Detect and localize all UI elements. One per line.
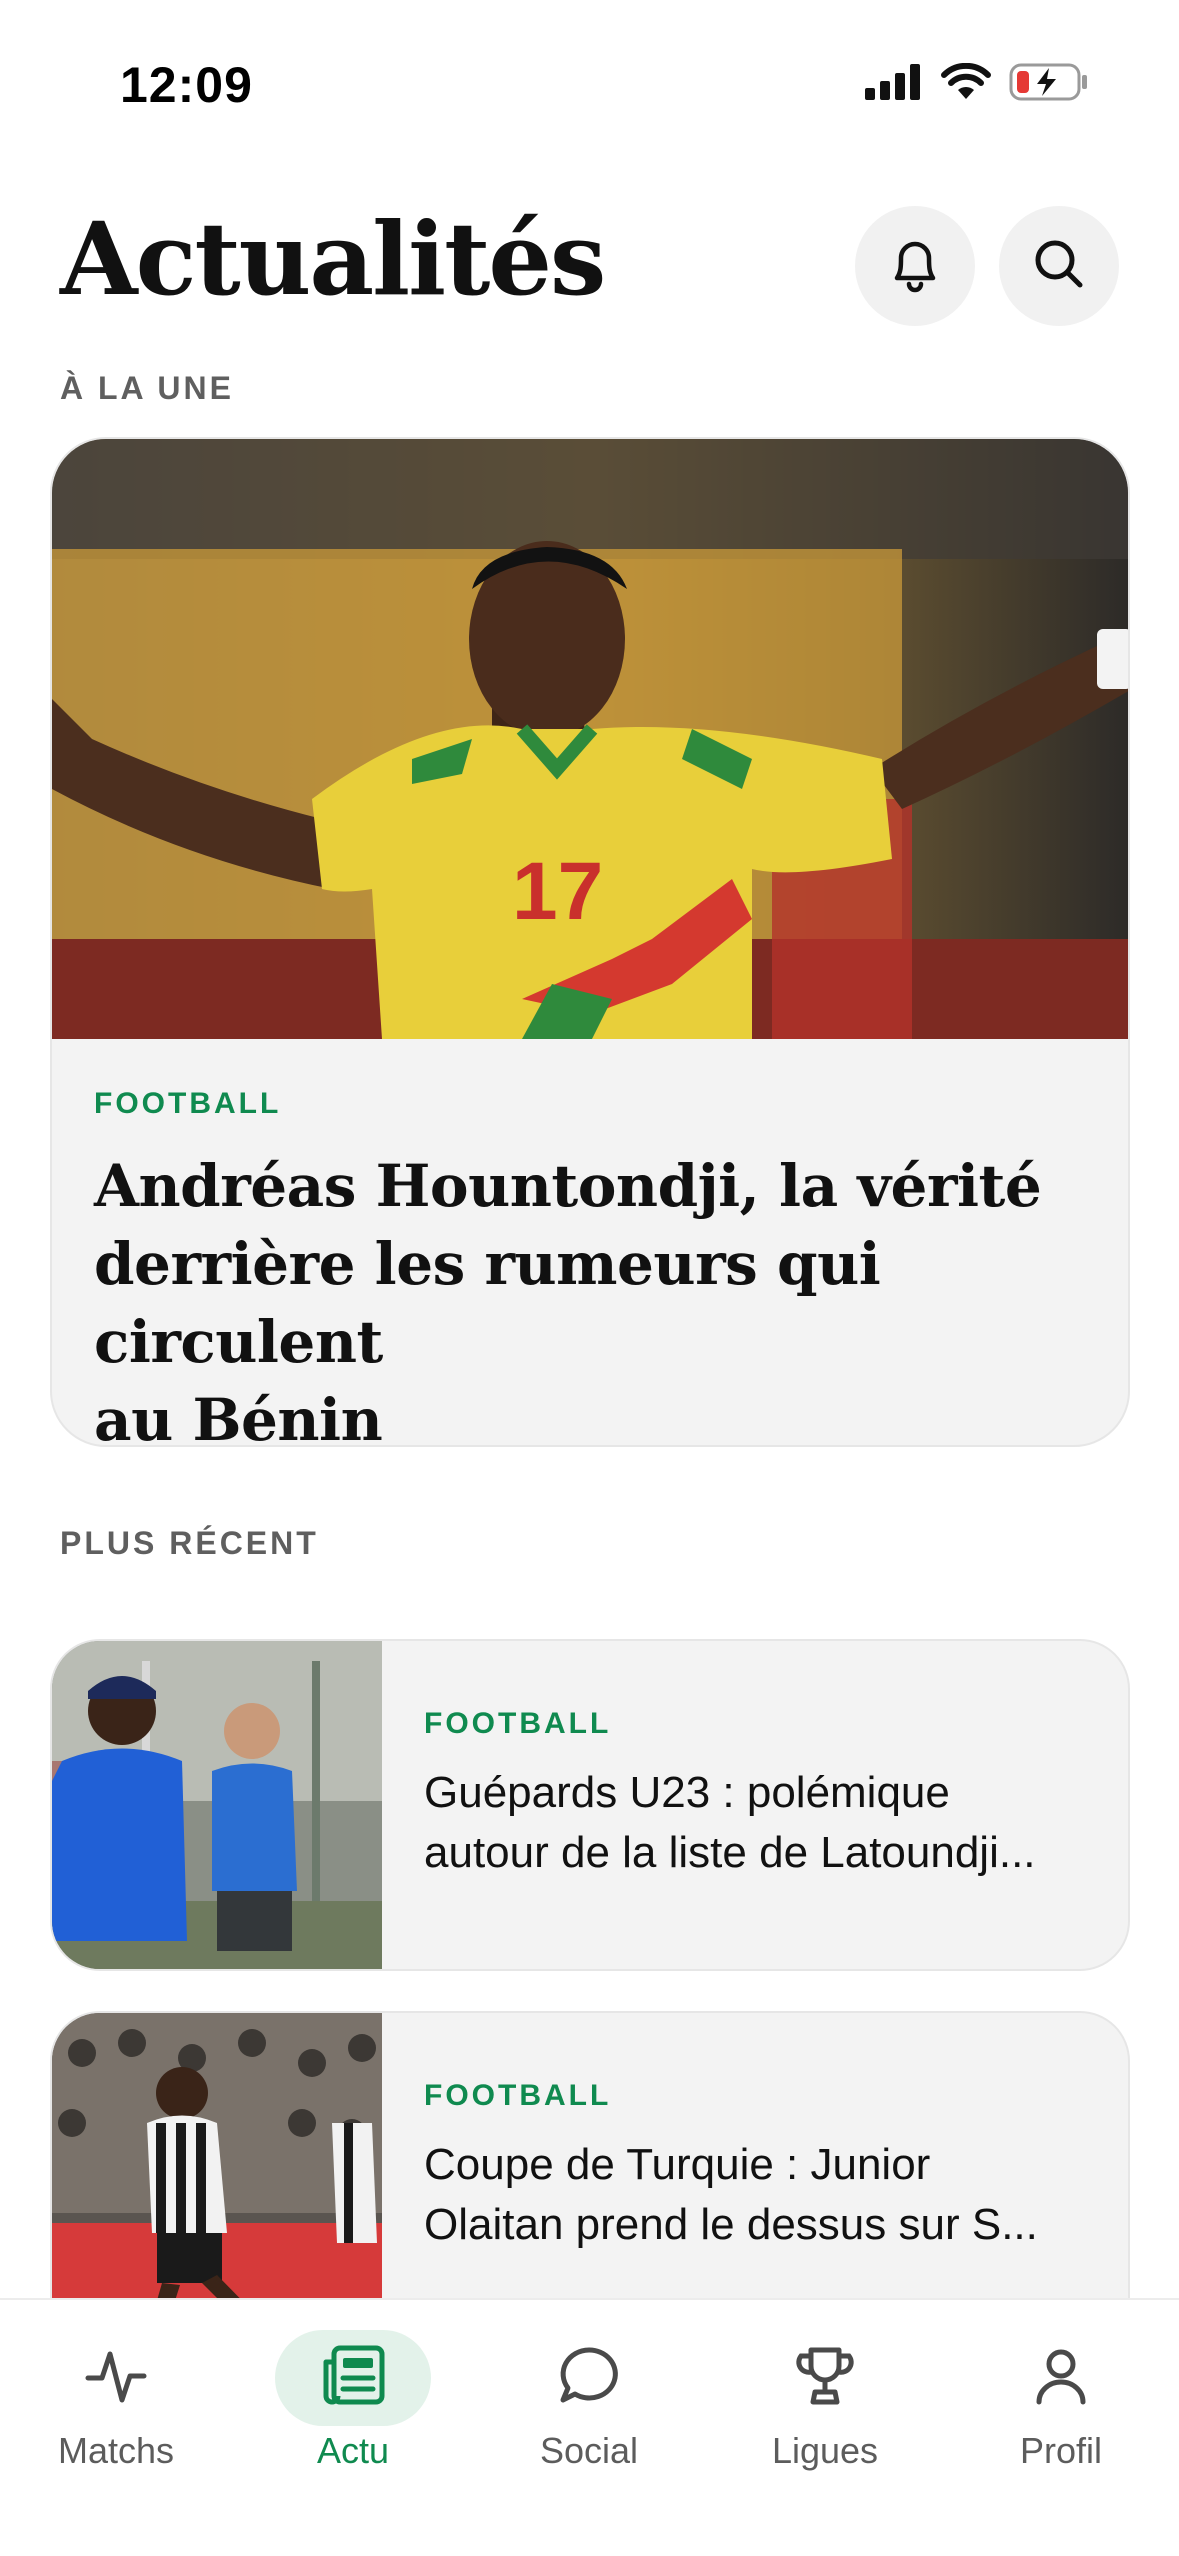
newspaper-icon: [320, 2344, 386, 2413]
notifications-button[interactable]: [855, 206, 975, 326]
tab-ligues[interactable]: Ligues: [725, 2330, 925, 2480]
news-card[interactable]: FOOTBALL Guépards U23 : polémique autour…: [50, 1639, 1130, 1971]
tab-bar: Matchs Actu Social Ligues Profil: [0, 2298, 1179, 2556]
news-title-line: autour de la liste de Latoundji...: [424, 1828, 1036, 1877]
user-icon: [1029, 2344, 1093, 2413]
featured-article-card[interactable]: 17 FOOTBALL Andréas Hountondji, la vérit…: [50, 437, 1130, 1447]
search-button[interactable]: [999, 206, 1119, 326]
news-card-category: FOOTBALL: [424, 2079, 612, 2112]
status-time: 12:09: [120, 57, 253, 113]
news-card-category: FOOTBALL: [424, 1707, 612, 1740]
news-title-line: Guépards U23 : polémique: [424, 1768, 950, 1817]
section-label-featured: À LA UNE: [60, 370, 234, 406]
featured-article-body: FOOTBALL Andréas Hountondji, la vérité d…: [94, 1087, 1086, 1447]
battery-charging-icon: [1009, 62, 1089, 102]
tab-label: Profil: [1019, 2430, 1103, 2471]
news-card-title: Coupe de Turquie : Junior Olaitan prend …: [424, 2135, 1088, 2255]
section-label-recent: PLUS RÉCENT: [60, 1525, 319, 1561]
featured-article-image: 17: [52, 439, 1128, 1039]
status-icons: [865, 62, 1089, 102]
news-card-body: FOOTBALL Coupe de Turquie : Junior Olait…: [424, 2079, 1088, 2255]
cellular-signal-icon: [865, 64, 923, 100]
tab-label: Social: [539, 2430, 639, 2471]
status-bar: 12:09: [0, 0, 1179, 150]
tab-label: Ligues: [771, 2430, 879, 2471]
jersey-number: 17: [512, 846, 603, 937]
tab-icon-container: [747, 2330, 903, 2426]
tab-matchs[interactable]: Matchs: [16, 2330, 216, 2480]
tab-label: Matchs: [57, 2430, 175, 2471]
wifi-icon: [941, 63, 991, 101]
news-card-body: FOOTBALL Guépards U23 : polémique autour…: [424, 1707, 1088, 1883]
tab-icon-container: [511, 2330, 667, 2426]
activity-icon: [84, 2344, 148, 2413]
featured-article-category: FOOTBALL: [94, 1087, 282, 1120]
tab-icon-container: [38, 2330, 194, 2426]
tab-actu[interactable]: Actu: [253, 2330, 453, 2480]
page-title: Actualités: [60, 200, 606, 318]
trophy-icon: [793, 2344, 857, 2413]
news-title-line: Olaitan prend le dessus sur S...: [424, 2200, 1038, 2249]
bell-icon: [887, 234, 943, 299]
tab-social[interactable]: Social: [489, 2330, 689, 2480]
tab-icon-container: [983, 2330, 1139, 2426]
tab-label: Actu: [316, 2430, 390, 2471]
featured-title-line: au Bénin: [94, 1386, 383, 1447]
tab-profil[interactable]: Profil: [961, 2330, 1161, 2480]
search-icon: [1030, 235, 1088, 298]
tab-icon-container: [275, 2330, 431, 2426]
featured-title-line: Andréas Hountondji, la vérité: [94, 1152, 1042, 1220]
featured-article-title: Andréas Hountondji, la vérité derrière l…: [94, 1147, 1086, 1447]
news-title-line: Coupe de Turquie : Junior: [424, 2140, 931, 2189]
news-thumbnail: [52, 1641, 382, 1969]
chat-bubble-icon: [557, 2344, 621, 2413]
featured-title-line: derrière les rumeurs qui circulent: [94, 1230, 881, 1376]
news-card-title: Guépards U23 : polémique autour de la li…: [424, 1763, 1088, 1883]
